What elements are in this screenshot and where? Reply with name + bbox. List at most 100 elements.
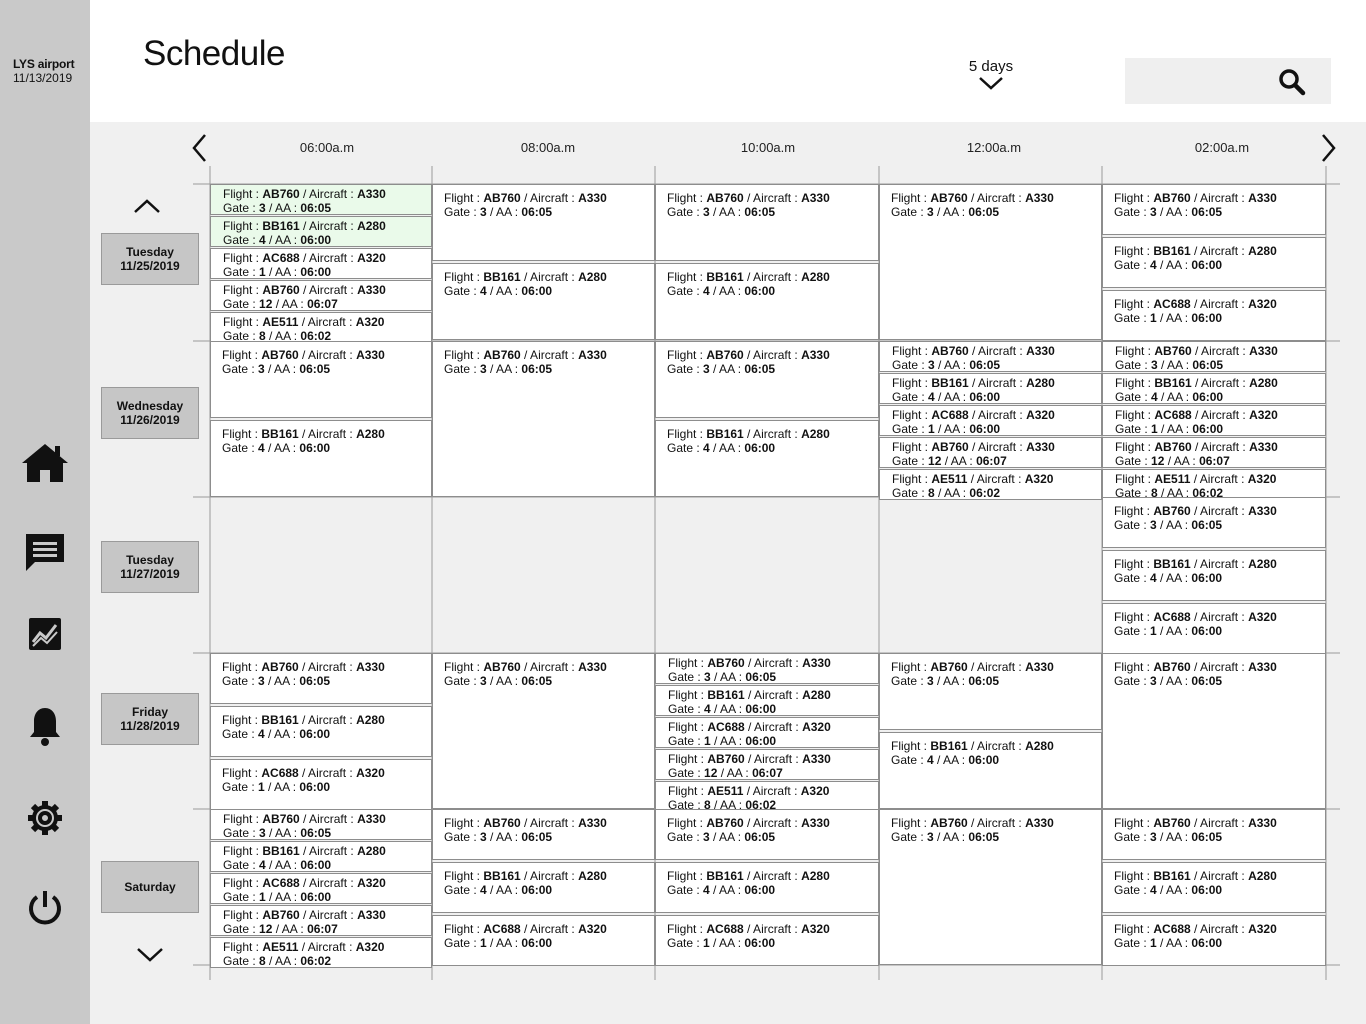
flight-number: AB760 <box>262 187 300 201</box>
flight-grid: Flight : AB760 / Aircraft : A330 Gate : 3… <box>90 122 1366 1024</box>
chat-icon[interactable] <box>20 527 70 577</box>
flight-card[interactable]: Flight : AB760 / Aircraft : A330 Gate : 3… <box>655 809 879 860</box>
gate-number: 3 <box>1151 358 1158 372</box>
gate-line: Gate : 3 / AA : 06:05 <box>667 830 776 844</box>
search-input[interactable] <box>1125 58 1270 104</box>
flight-card[interactable]: Flight : BB161 / Aircraft : A280 Gate : 4… <box>655 263 879 340</box>
flight-number: BB161 <box>930 739 968 753</box>
flight-number: AB760 <box>483 191 521 205</box>
flight-card[interactable]: Flight : AB760 / Aircraft : A330 Gate : 3… <box>1102 184 1326 235</box>
power-icon[interactable] <box>20 882 70 932</box>
flight-card[interactable]: Flight : AB760 / Aircraft : A330 Gate : 3… <box>1102 809 1326 860</box>
gate-line: Gate : 4 / AA : 06:00 <box>1114 258 1223 272</box>
flight-card[interactable]: Flight : AE511 / Aircraft : A320 Gate : 8… <box>210 312 432 343</box>
flight-line: Flight : AC688 / Aircraft : A320 <box>223 876 386 890</box>
flight-line: Flight : AE511 / Aircraft : A320 <box>668 784 830 798</box>
flight-card[interactable]: Flight : AB760 / Aircraft : A330 Gate : 3… <box>879 653 1102 730</box>
flight-card[interactable]: Flight : BB161 / Aircraft : A280 Gate : 4… <box>210 841 432 872</box>
flight-card[interactable]: Flight : BB161 / Aircraft : A280 Gate : 4… <box>879 732 1102 809</box>
gate-number: 1 <box>1151 422 1158 436</box>
flight-card[interactable]: Flight : AB760 / Aircraft : A330 Gate : 3… <box>432 184 655 261</box>
flight-line: Flight : AB760 / Aircraft : A330 <box>222 660 385 674</box>
flight-card[interactable]: Flight : BB161 / Aircraft : A280 Gate : 4… <box>1102 550 1326 601</box>
flight-card[interactable]: Flight : AC688 / Aircraft : A320 Gate : 1… <box>1102 290 1326 341</box>
flight-card[interactable]: Flight : AB760 / Aircraft : A330 Gate : 3… <box>432 653 655 809</box>
flight-number: AB760 <box>706 191 744 205</box>
aircraft-type: A280 <box>357 844 386 858</box>
flight-card[interactable]: Flight : AB760 / Aircraft : A330 Gate : 1… <box>210 280 432 311</box>
flight-card[interactable]: Flight : AB760 / Aircraft : A330 Gate : 3… <box>210 809 432 840</box>
aa-time: 06:00 <box>744 284 776 298</box>
flight-number: BB161 <box>1153 244 1191 258</box>
flight-card[interactable]: Flight : AB760 / Aircraft : A330 Gate : 3… <box>879 184 1102 340</box>
flight-card[interactable]: Flight : AB760 / Aircraft : A330 Gate : 1… <box>655 749 879 780</box>
aa-time: 06:00 <box>744 441 776 455</box>
flight-card[interactable]: Flight : BB161 / Aircraft : A280 Gate : 4… <box>210 420 432 497</box>
flight-card[interactable]: Flight : AC688 / Aircraft : A320 Gate : 1… <box>432 915 655 966</box>
flight-card[interactable]: Flight : AB760 / Aircraft : A330 Gate : 3… <box>210 653 432 704</box>
flight-card[interactable]: Flight : AB760 / Aircraft : A330 Gate : 3… <box>1102 653 1326 809</box>
flight-card[interactable]: Flight : AB760 / Aircraft : A330 Gate : 1… <box>210 905 432 936</box>
gate-number: 3 <box>927 674 934 688</box>
bell-icon[interactable] <box>20 702 70 752</box>
flight-card[interactable]: Flight : AE511 / Aircraft : A320 Gate : 8… <box>210 937 432 968</box>
flight-card[interactable]: Flight : AB760 / Aircraft : A330 Gate : 3… <box>655 184 879 261</box>
flight-card[interactable]: Flight : BB161 / Aircraft : A280 Gate : 4… <box>1102 862 1326 913</box>
flight-card[interactable]: Flight : AC688 / Aircraft : A320 Gate : 1… <box>879 405 1102 436</box>
flight-card[interactable]: Flight : AC688 / Aircraft : A320 Gate : 1… <box>655 915 879 966</box>
gate-line: Gate : 3 / AA : 06:05 <box>1114 674 1223 688</box>
flight-card[interactable]: Flight : AB760 / Aircraft : A330 Gate : 3… <box>432 809 655 860</box>
flight-card[interactable]: Flight : AB760 / Aircraft : A330 Gate : 3… <box>879 341 1102 372</box>
flight-number: AC688 <box>706 922 744 936</box>
gate-line: Gate : 1 / AA : 06:00 <box>1115 422 1224 436</box>
aa-time: 06:00 <box>300 233 332 247</box>
flight-card[interactable]: Flight : BB161 / Aircraft : A280 Gate : 4… <box>1102 237 1326 288</box>
flight-card[interactable]: Flight : BB161 / Aircraft : A280 Gate : 4… <box>210 216 432 247</box>
flight-card[interactable]: Flight : AC688 / Aircraft : A320 Gate : 1… <box>210 759 432 810</box>
flight-card[interactable]: Flight : AC688 / Aircraft : A320 Gate : 1… <box>210 248 432 279</box>
flight-card[interactable]: Flight : BB161 / Aircraft : A280 Gate : 4… <box>879 373 1102 404</box>
gate-number: 3 <box>480 830 487 844</box>
flight-card[interactable]: Flight : AE511 / Aircraft : A320 Gate : 8… <box>655 781 879 812</box>
flight-card[interactable]: Flight : BB161 / Aircraft : A280 Gate : 4… <box>655 685 879 716</box>
range-dropdown[interactable]: 5 days <box>955 58 1027 100</box>
flight-card[interactable]: Flight : AB760 / Aircraft : A330 Gate : 3… <box>1102 341 1326 372</box>
flight-card[interactable]: Flight : BB161 / Aircraft : A280 Gate : 4… <box>210 706 432 757</box>
search-icon[interactable] <box>1277 67 1307 97</box>
flight-card[interactable]: Flight : AB760 / Aircraft : A330 Gate : 3… <box>1102 497 1326 548</box>
home-icon[interactable] <box>20 438 70 488</box>
flight-card[interactable]: Flight : BB161 / Aircraft : A280 Gate : 4… <box>1102 373 1326 404</box>
flight-card[interactable]: Flight : AC688 / Aircraft : A320 Gate : 1… <box>1102 405 1326 436</box>
analytics-icon[interactable] <box>20 609 70 659</box>
flight-card[interactable]: Flight : AE511 / Aircraft : A320 Gate : 8… <box>1102 469 1326 500</box>
flight-card[interactable]: Flight : AB760 / Aircraft : A330 Gate : 3… <box>655 341 879 418</box>
gate-line: Gate : 12 / AA : 06:07 <box>223 297 338 311</box>
flight-card[interactable]: Flight : BB161 / Aircraft : A280 Gate : 4… <box>655 862 879 913</box>
gear-icon[interactable] <box>20 793 70 843</box>
flight-line: Flight : AB760 / Aircraft : A330 <box>1115 344 1278 358</box>
flight-card[interactable]: Flight : AC688 / Aircraft : A320 Gate : 1… <box>1102 915 1326 966</box>
aa-time: 06:05 <box>968 205 1000 219</box>
flight-card[interactable]: Flight : BB161 / Aircraft : A280 Gate : 4… <box>655 420 879 497</box>
gate-number: 8 <box>928 486 935 500</box>
flight-card[interactable]: Flight : AB760 / Aircraft : A330 Gate : 3… <box>432 341 655 497</box>
flight-card[interactable]: Flight : AB760 / Aircraft : A330 Gate : 3… <box>210 341 432 418</box>
flight-card[interactable]: Flight : AC688 / Aircraft : A320 Gate : 1… <box>655 717 879 748</box>
flight-card[interactable]: Flight : AB760 / Aircraft : A330 Gate : 3… <box>655 653 879 684</box>
gate-line: Gate : 4 / AA : 06:00 <box>1115 390 1224 404</box>
aircraft-type: A280 <box>1025 739 1054 753</box>
flight-line: Flight : BB161 / Aircraft : A280 <box>223 844 386 858</box>
flight-card[interactable]: Flight : BB161 / Aircraft : A280 Gate : 4… <box>432 263 655 340</box>
flight-card[interactable]: Flight : AB760 / Aircraft : A330 Gate : 3… <box>879 809 1102 965</box>
aircraft-type: A330 <box>1248 816 1277 830</box>
flight-card[interactable]: Flight : AB760 / Aircraft : A330 Gate : 3… <box>210 184 432 215</box>
flight-card[interactable]: Flight : AC688 / Aircraft : A320 Gate : 1… <box>210 873 432 904</box>
gate-line: Gate : 4 / AA : 06:00 <box>667 284 776 298</box>
flight-line: Flight : AC688 / Aircraft : A320 <box>667 922 830 936</box>
flight-line: Flight : BB161 / Aircraft : A280 <box>1114 557 1277 571</box>
flight-card[interactable]: Flight : AC688 / Aircraft : A320 Gate : 1… <box>1102 603 1326 654</box>
flight-card[interactable]: Flight : AB760 / Aircraft : A330 Gate : 1… <box>1102 437 1326 468</box>
flight-card[interactable]: Flight : AE511 / Aircraft : A320 Gate : 8… <box>879 469 1102 500</box>
flight-card[interactable]: Flight : BB161 / Aircraft : A280 Gate : 4… <box>432 862 655 913</box>
flight-card[interactable]: Flight : AB760 / Aircraft : A330 Gate : 1… <box>879 437 1102 468</box>
